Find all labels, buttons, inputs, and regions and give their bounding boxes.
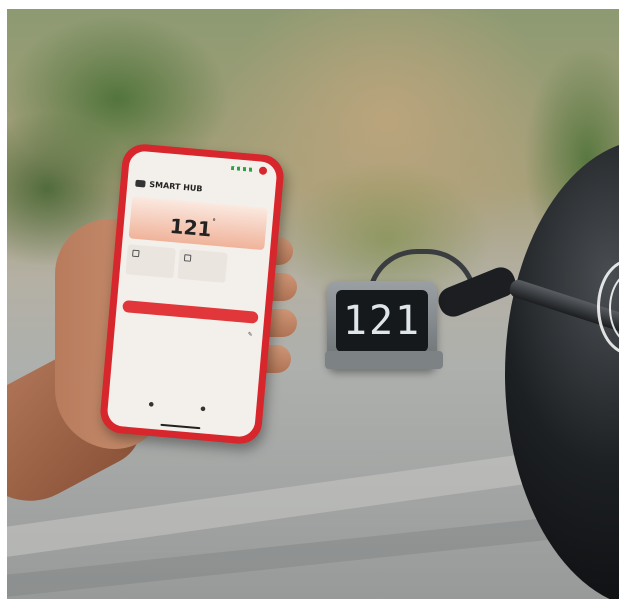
status-bar [139,156,268,177]
tab-home-icon[interactable]: ● [144,400,159,408]
current-temperature: 121° [168,213,216,242]
home-indicator [160,423,201,430]
tab-settings-icon[interactable]: ● [196,405,211,413]
tile-1[interactable] [125,244,176,279]
signal-icon [230,165,254,172]
hub-temperature-display: 121 [336,290,428,352]
notification-badge-icon[interactable] [258,166,268,176]
temperature-card[interactable]: 121° [128,196,268,251]
tab-bar: ● ● [107,397,256,426]
hub-mount [325,351,443,369]
cook-progress-bar[interactable] [122,300,259,324]
tile-2[interactable] [177,248,228,283]
hub-logo-icon [135,179,146,188]
smartphone: SMART HUB 121° ✎ ● ● [98,142,286,446]
edit-icon[interactable]: ✎ [247,331,253,338]
app-header: SMART HUB [135,179,203,194]
app-title: SMART HUB [149,179,203,194]
photo-scene: 121 SMART HUB 121° ✎ ● ● [7,9,619,599]
tile-icon [132,249,140,258]
phone-screen: SMART HUB 121° ✎ ● ● [106,150,278,438]
tile-icon [183,254,192,262]
